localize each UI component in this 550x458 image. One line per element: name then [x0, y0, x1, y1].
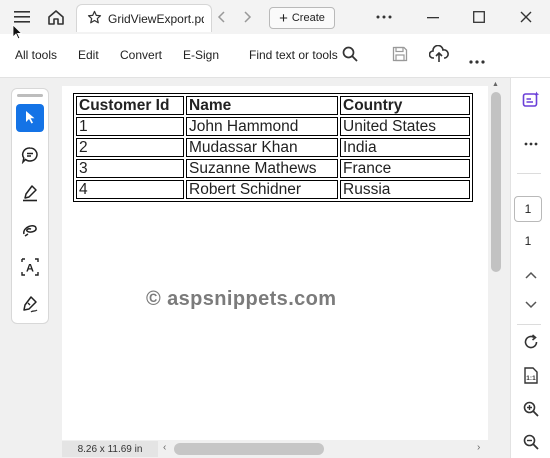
table-row: 3 Suzanne Mathews France [76, 159, 470, 178]
cell-customer-id: 2 [76, 138, 184, 157]
cell-name: Mudassar Khan [186, 138, 338, 157]
sign-tool[interactable] [16, 291, 44, 319]
panel-divider [517, 173, 541, 174]
edit-menu[interactable]: Edit [78, 48, 99, 62]
vertical-scroll-thumb[interactable] [491, 92, 501, 272]
table-row: 4 Robert Schidner Russia [76, 180, 470, 199]
right-panel: 1 1 1:1 [510, 78, 550, 458]
save-icon[interactable] [392, 46, 408, 65]
cell-country: France [340, 159, 470, 178]
previous-page-icon[interactable] [519, 263, 543, 287]
cell-country: India [340, 138, 470, 157]
freehand-draw-icon [21, 221, 39, 242]
total-pages: 1 [524, 234, 532, 248]
search-icon[interactable] [342, 46, 358, 65]
cell-customer-id: 1 [76, 117, 184, 136]
minimize-icon[interactable] [421, 5, 445, 29]
forward-arrow-icon[interactable] [235, 5, 259, 29]
svg-text:1:1: 1:1 [526, 375, 536, 382]
back-arrow-icon[interactable] [210, 5, 234, 29]
current-page-input[interactable]: 1 [514, 196, 542, 222]
all-tools-menu[interactable]: All tools [15, 48, 57, 62]
home-icon[interactable] [44, 5, 68, 29]
highlighter-icon [21, 184, 39, 205]
highlight-tool[interactable] [16, 180, 44, 208]
header-customer-id: Customer Id [76, 96, 184, 115]
create-button[interactable]: + Create [269, 7, 335, 29]
rotate-icon[interactable] [519, 330, 543, 354]
maximize-icon[interactable] [467, 5, 491, 29]
convert-menu[interactable]: Convert [120, 48, 162, 62]
scroll-right-arrow-icon[interactable]: › [477, 442, 480, 453]
cell-name: Robert Schidner [186, 180, 338, 199]
quick-tools-rail: A [11, 88, 49, 324]
scroll-up-arrow-icon[interactable]: ▲ [492, 81, 499, 88]
panel-divider [517, 324, 541, 325]
comment-icon [21, 146, 39, 167]
tab-title: GridViewExport.pdf [108, 11, 204, 26]
header-name: Name [186, 96, 338, 115]
star-icon[interactable] [87, 10, 102, 28]
watermark-text: © aspsnippets.com [146, 288, 337, 310]
status-bar: 8.26 x 11.69 in ‹ › [62, 440, 488, 458]
find-text-tools[interactable]: Find text or tools [249, 48, 338, 62]
cell-name: John Hammond [186, 117, 338, 136]
select-tool[interactable] [16, 104, 44, 132]
title-bar: GridViewExport.pdf + Create [0, 0, 550, 34]
table-row: 2 Mudassar Khan India [76, 138, 470, 157]
cell-name: Suzanne Mathews [186, 159, 338, 178]
text-select-tool[interactable]: A [16, 254, 44, 282]
header-country: Country [340, 96, 470, 115]
zoom-out-icon[interactable] [519, 430, 543, 454]
mouse-pointer-icon [12, 24, 23, 43]
more-tools-icon[interactable] [469, 53, 485, 67]
table-row: 1 John Hammond United States [76, 117, 470, 136]
main-toolbar: All tools Edit Convert E-Sign Find text … [0, 34, 550, 78]
svg-text:A: A [26, 262, 34, 274]
zoom-in-icon[interactable] [519, 397, 543, 421]
cursor-arrow-icon [23, 109, 37, 128]
draw-tool[interactable] [16, 217, 44, 245]
esign-menu[interactable]: E-Sign [183, 48, 219, 62]
close-icon[interactable] [514, 5, 538, 29]
cell-customer-id: 4 [76, 180, 184, 199]
horizontal-scroll-thumb[interactable] [174, 443, 324, 455]
plus-icon: + [279, 9, 288, 27]
create-label: Create [291, 12, 325, 24]
fit-page-icon[interactable]: 1:1 [519, 363, 543, 387]
page-size-label: 8.26 x 11.69 in [62, 441, 158, 457]
table-header-row: Customer Id Name Country [76, 96, 470, 115]
next-page-icon[interactable] [519, 293, 543, 317]
comment-tool[interactable] [16, 142, 44, 170]
rail-drag-handle[interactable] [17, 94, 43, 97]
panel-more-icon[interactable] [519, 132, 543, 156]
cloud-upload-icon[interactable] [428, 44, 449, 66]
ai-assistant-icon[interactable] [519, 88, 543, 112]
cell-country: United States [340, 117, 470, 136]
signature-pen-icon [21, 295, 39, 316]
pdf-page[interactable]: Customer Id Name Country 1 John Hammond … [62, 86, 488, 442]
document-tab[interactable]: GridViewExport.pdf [76, 4, 212, 32]
cell-customer-id: 3 [76, 159, 184, 178]
vertical-scrollbar[interactable]: ▲ [488, 78, 504, 440]
text-box-icon: A [21, 257, 39, 279]
scroll-left-arrow-icon[interactable]: ‹ [163, 442, 166, 453]
customer-table: Customer Id Name Country 1 John Hammond … [73, 93, 473, 202]
more-options-icon[interactable] [372, 5, 396, 29]
cell-country: Russia [340, 180, 470, 199]
